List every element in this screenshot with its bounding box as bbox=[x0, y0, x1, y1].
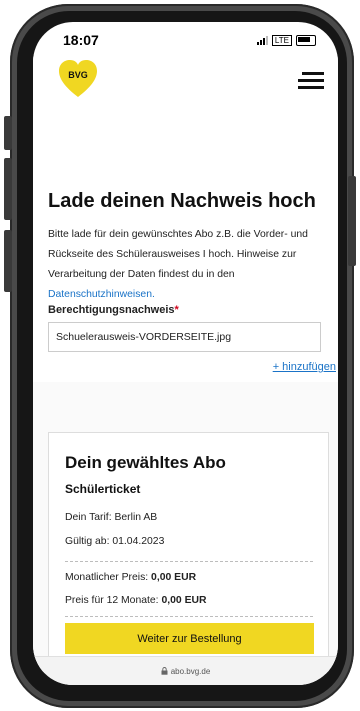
status-indicators: LTE bbox=[256, 35, 316, 46]
mute-switch bbox=[4, 116, 12, 150]
uploaded-file-field[interactable]: Schuelerausweis-VORDERSEITE.jpg bbox=[48, 322, 321, 352]
privacy-link[interactable]: Datenschutzhinweisen. bbox=[48, 289, 155, 300]
site-header: BVG bbox=[33, 56, 338, 113]
power-button bbox=[348, 176, 356, 266]
browser-url-bar[interactable]: abo.bvg.de bbox=[33, 656, 338, 685]
volume-up-button bbox=[4, 158, 12, 220]
add-file-link[interactable]: + hinzufügen bbox=[273, 361, 336, 373]
phone-screen: 18:07 LTE BVG Lade deinen Nachweis hoch … bbox=[33, 22, 338, 685]
continue-order-button[interactable]: Weiter zur Bestellung bbox=[65, 623, 314, 654]
url-text: abo.bvg.de bbox=[170, 666, 211, 676]
abo-subtitle: Schülerticket bbox=[65, 482, 141, 496]
url-display: abo.bvg.de bbox=[161, 666, 211, 676]
logo-text: BVG bbox=[68, 70, 88, 80]
required-marker: * bbox=[174, 304, 179, 316]
monthly-price-value: 0,00 EUR bbox=[151, 572, 197, 583]
status-time: 18:07 bbox=[63, 32, 99, 48]
field-label: Berechtigungsnachweis* bbox=[48, 304, 179, 316]
field-label-text: Berechtigungsnachweis bbox=[48, 304, 175, 316]
description-text: Bitte lade für dein gewünschtes Abo z.B.… bbox=[48, 229, 308, 280]
lock-icon bbox=[161, 667, 168, 675]
selected-abo-card: Dein gewähltes Abo Schülerticket Dein Ta… bbox=[48, 432, 329, 674]
yearly-price-value: 0,00 EUR bbox=[161, 595, 207, 606]
signal-icon bbox=[256, 36, 268, 45]
monthly-price-label: Monatlicher Preis: bbox=[65, 572, 152, 583]
volume-down-button bbox=[4, 230, 12, 292]
abo-title: Dein gewähltes Abo bbox=[65, 453, 226, 472]
divider bbox=[65, 561, 313, 562]
hamburger-menu-icon[interactable] bbox=[298, 72, 324, 90]
yearly-price: Preis für 12 Monate: 0,00 EUR bbox=[65, 595, 207, 606]
page-title: Lade deinen Nachweis hoch bbox=[48, 190, 316, 212]
divider bbox=[65, 616, 313, 617]
battery-icon bbox=[296, 35, 316, 46]
yearly-price-label: Preis für 12 Monate: bbox=[65, 595, 162, 606]
abo-tariff: Dein Tarif: Berlin AB bbox=[65, 512, 158, 523]
upload-description: Bitte lade für dein gewünschtes Abo z.B.… bbox=[48, 225, 338, 305]
network-type: LTE bbox=[271, 35, 292, 46]
status-bar: 18:07 LTE bbox=[33, 22, 338, 56]
monthly-price: Monatlicher Preis: 0,00 EUR bbox=[65, 572, 196, 583]
upload-section: Lade deinen Nachweis hoch Bitte lade für… bbox=[33, 112, 338, 382]
page-content: Lade deinen Nachweis hoch Bitte lade für… bbox=[33, 112, 338, 685]
bvg-logo[interactable]: BVG bbox=[57, 58, 99, 100]
abo-valid-from: Gültig ab: 01.04.2023 bbox=[65, 536, 165, 547]
